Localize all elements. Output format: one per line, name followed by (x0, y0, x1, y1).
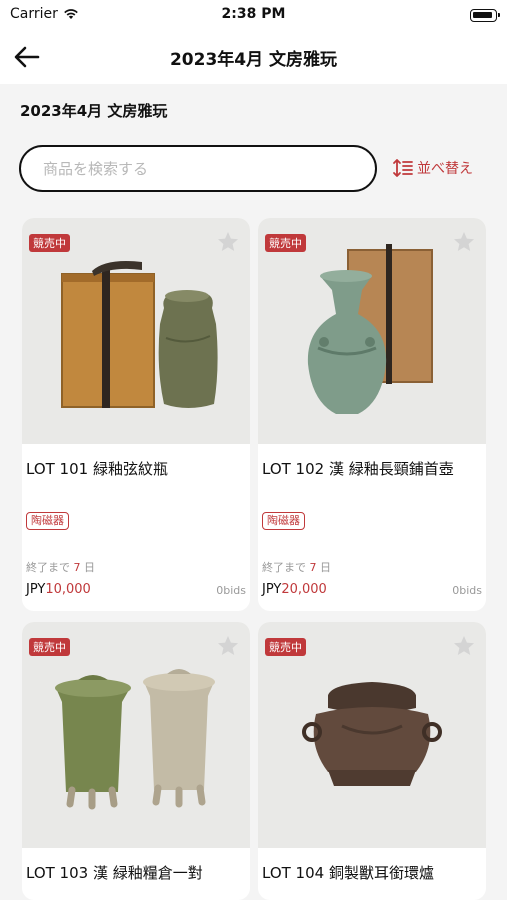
lot-card[interactable]: 競売中 LOT 104 銅製獸耳銜環爐 (258, 622, 486, 900)
section-title: 2023年4月 文房雅玩 (20, 102, 168, 120)
time-remaining: 終了まで 7 日 (26, 561, 95, 574)
category-tag: 陶磁器 (26, 512, 69, 530)
status-time: 2:38 PM (221, 6, 286, 22)
lot-card[interactable]: 競売中 LOT 101 緑釉弦紋瓶 陶磁器 終了まで 7 日 JPY10,000… (22, 218, 250, 611)
search-input[interactable] (21, 147, 375, 190)
lot-card[interactable]: 競売中 LOT 102 漢 緑釉長頸鋪首壺 陶磁器 終了まで 7 日 JPY20… (258, 218, 486, 611)
star-icon[interactable] (216, 634, 240, 658)
time-remaining: 終了まで 7 日 (262, 561, 331, 574)
sort-icon (393, 159, 413, 177)
bid-count: 0bids (216, 584, 246, 597)
lot-card[interactable]: 競売中 LOT 103 漢 緑釉糧倉一對 (22, 622, 250, 900)
bid-count: 0bids (452, 584, 482, 597)
status-badge: 競売中 (29, 638, 70, 656)
category-tag: 陶磁器 (262, 512, 305, 530)
sort-button[interactable]: 並べ替え (392, 157, 473, 179)
battery-icon (470, 9, 500, 22)
star-icon[interactable] (216, 230, 240, 254)
status-badge: 競売中 (265, 234, 306, 252)
lot-title: LOT 102 漢 緑釉長頸鋪首壺 (262, 460, 454, 478)
star-icon[interactable] (452, 634, 476, 658)
current-price: JPY20,000 (262, 582, 327, 597)
lot-title: LOT 104 銅製獸耳銜環爐 (262, 864, 434, 882)
current-price: JPY10,000 (26, 582, 91, 597)
navigation-bar: 2023年4月 文房雅玩 (0, 30, 507, 84)
lot-title: LOT 103 漢 緑釉糧倉一對 (26, 864, 203, 882)
page-title: 2023年4月 文房雅玩 (169, 50, 338, 70)
search-box (19, 145, 377, 192)
sort-label: 並べ替え (417, 161, 473, 177)
status-bar: Carrier 2:38 PM (0, 0, 507, 30)
star-icon[interactable] (452, 230, 476, 254)
status-badge: 競売中 (265, 638, 306, 656)
lot-title: LOT 101 緑釉弦紋瓶 (26, 460, 168, 478)
status-badge: 競売中 (29, 234, 70, 252)
